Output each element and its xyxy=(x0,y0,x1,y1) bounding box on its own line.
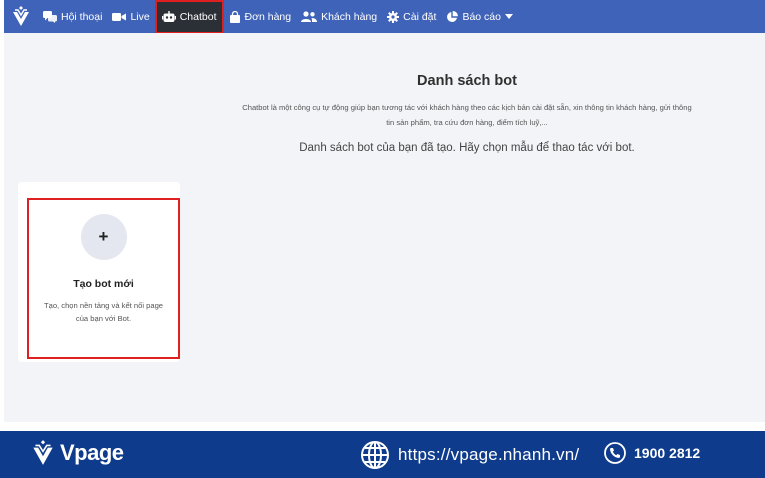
nav-item-customers[interactable]: Khách hàng xyxy=(296,0,382,33)
footer-website[interactable]: https://vpage.nhanh.vn/ xyxy=(360,440,579,470)
nav-item-settings[interactable]: Cài đặt xyxy=(382,0,441,33)
users-icon xyxy=(301,11,318,22)
footer-brand: Vpage xyxy=(30,439,124,467)
create-bot-description: Tạo, chọn nền tảng và kết nối page của b… xyxy=(43,301,164,323)
nav-label: Chatbot xyxy=(179,11,217,23)
nav-label: Cài đặt xyxy=(403,10,437,23)
phone-number: 1900 2812 xyxy=(634,445,701,461)
page-title: Danh sách bot xyxy=(417,73,517,89)
nav-item-orders[interactable]: Đơn hàng xyxy=(224,0,297,33)
main-content: Danh sách bot Chatbot là một công cụ tự … xyxy=(4,33,765,422)
website-url: https://vpage.nhanh.vn/ xyxy=(398,445,580,464)
nav-item-reports[interactable]: Báo cáo xyxy=(441,0,518,33)
nav-label: Live xyxy=(130,10,150,23)
robot-icon xyxy=(161,11,176,22)
nav-label: Đơn hàng xyxy=(244,10,292,23)
pie-chart-icon xyxy=(447,10,459,22)
brand-name: Vpage xyxy=(60,440,124,465)
nav-item-live[interactable]: Live xyxy=(107,0,154,33)
video-camera-icon xyxy=(112,12,127,21)
create-bot-title: Tạo bot mới xyxy=(73,278,134,290)
vpage-logo-icon xyxy=(33,440,53,465)
globe-icon xyxy=(361,441,389,469)
top-navbar: Hội thoại Live Chatbot Đơn hàng Khách hà… xyxy=(4,0,765,34)
footer-phone[interactable]: 1900 2812 xyxy=(604,442,700,464)
chevron-down-icon xyxy=(504,14,513,19)
page-subtitle: Danh sách bot của bạn đã tạo. Hãy chọn m… xyxy=(299,142,635,154)
create-bot-card[interactable]: + Tạo bot mới Tạo, chọn nền tảng và kết … xyxy=(27,198,180,359)
nav-item-chatbot[interactable]: Chatbot xyxy=(154,0,224,34)
chat-bubbles-icon xyxy=(43,10,57,23)
shopping-bag-icon xyxy=(229,10,240,23)
phone-icon xyxy=(604,442,626,464)
gear-icon xyxy=(387,10,400,23)
page-description: Chatbot là một công cụ tự động giúp bạn … xyxy=(242,103,692,127)
nav-label: Hội thoại xyxy=(61,10,103,23)
logo[interactable] xyxy=(4,0,38,33)
plus-icon: + xyxy=(80,214,127,260)
vpage-logo-icon xyxy=(13,5,29,26)
nav-label: Báo cáo xyxy=(462,10,501,23)
nav-label: Khách hàng xyxy=(321,10,378,23)
footer-banner: Vpage https://vpage.nhanh.vn/ 1900 2812 xyxy=(0,431,765,478)
nav-item-conversations[interactable]: Hội thoại xyxy=(38,0,107,33)
